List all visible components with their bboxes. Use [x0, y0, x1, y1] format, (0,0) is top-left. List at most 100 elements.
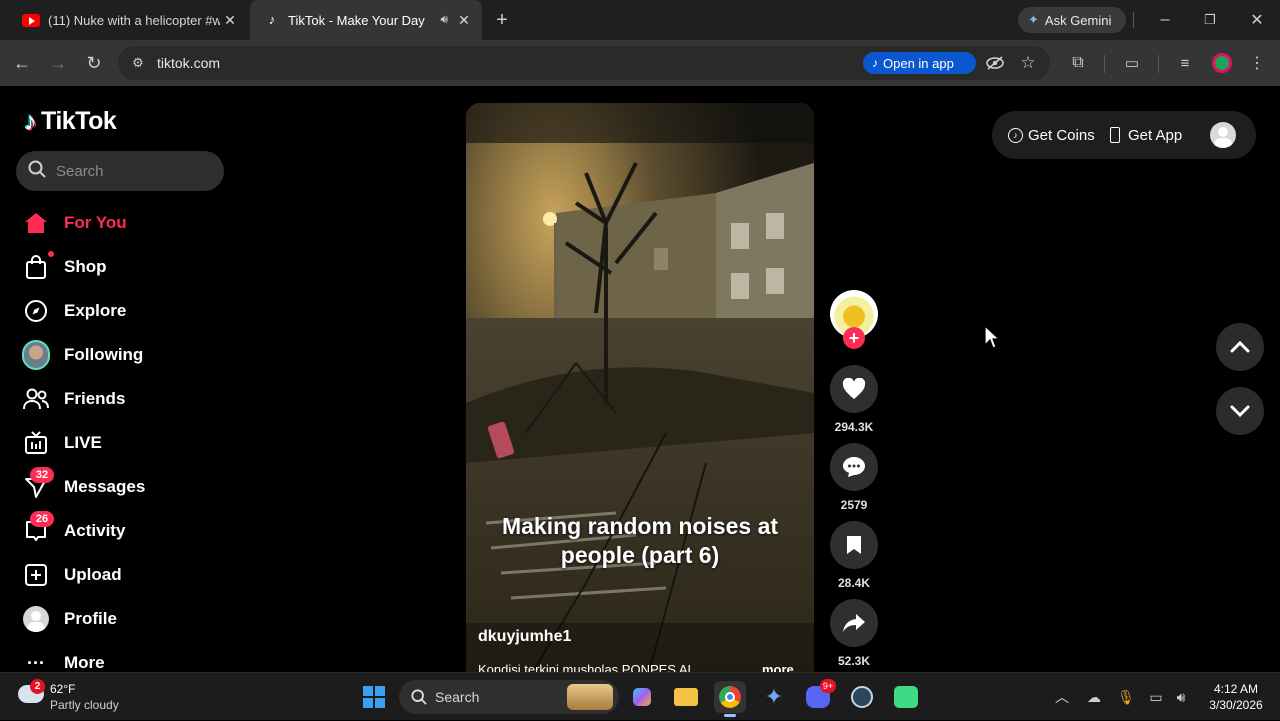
clock-time[interactable]: 4:12 AM [1200, 682, 1272, 696]
sidebar-item-friends[interactable]: Friends [22, 381, 222, 417]
search-placeholder: Search [56, 162, 104, 180]
previous-video-button[interactable] [1216, 323, 1264, 371]
reload-icon[interactable]: ↻ [82, 51, 106, 75]
extensions-icon[interactable]: ⧉ [1066, 51, 1090, 75]
new-tab-icon[interactable]: + [490, 8, 514, 32]
gemini-app[interactable]: ✦ [758, 681, 790, 713]
video-frame-image [466, 103, 814, 683]
sidebar-item-label: Profile [64, 609, 117, 628]
profile-icon[interactable] [1212, 53, 1232, 73]
open-in-app-label: Open in app [883, 55, 954, 71]
android-app[interactable] [890, 681, 922, 713]
sidebar-item-explore[interactable]: Explore [22, 293, 222, 329]
sidebar-item-label: For You [64, 213, 127, 232]
android-app-icon [894, 686, 918, 708]
weather-alert-badge: 2 [30, 679, 45, 694]
search-highlight-image [567, 684, 613, 710]
sidebar-item-profile[interactable]: Profile [22, 601, 222, 637]
cast-icon[interactable]: ▭ [1120, 51, 1144, 75]
get-app-button[interactable]: Get App [1110, 111, 1182, 159]
close-window-icon[interactable]: ✕ [1245, 8, 1269, 32]
media-controls-icon[interactable]: ≡ [1173, 51, 1197, 75]
ask-gemini-button[interactable]: ✦ Ask Gemini [1018, 7, 1126, 33]
save-button[interactable] [830, 521, 878, 569]
sidebar-item-label: Friends [64, 389, 126, 408]
sidebar-item-label: Explore [64, 301, 127, 320]
video-author[interactable]: dkuyjumhe1 [478, 628, 571, 646]
video-caption: Making random noises at people (part 6) [501, 513, 779, 568]
heart-icon [842, 378, 866, 399]
home-icon [22, 209, 50, 237]
taskbar-search[interactable]: Search [399, 680, 619, 714]
site-info-icon[interactable]: ⚙ [126, 51, 150, 75]
clock-date[interactable]: 3/30/2026 [1200, 698, 1272, 712]
tiktok-icon: ♪ [268, 12, 276, 27]
chevron-up-icon [1230, 341, 1250, 353]
comment-button[interactable] [830, 443, 878, 491]
sidebar-item-label: Following [64, 345, 144, 364]
url-text[interactable]: tiktok.com [157, 55, 220, 71]
chevron-up-icon[interactable]: ︿ [1050, 685, 1074, 709]
sidebar-item-following[interactable]: Following [22, 337, 222, 373]
network-icon[interactable]: ▭ [1144, 685, 1168, 709]
send-icon: 32 [22, 467, 54, 501]
restore-icon[interactable]: ❐ [1198, 8, 1222, 32]
microphone-icon[interactable]: 🎙︎ [1114, 685, 1138, 709]
like-button[interactable] [830, 365, 878, 413]
next-video-button[interactable] [1216, 387, 1264, 435]
comment-count: 2579 [840, 498, 868, 512]
video-player[interactable]: Making random noises at people (part 6) … [466, 103, 814, 683]
address-bar[interactable]: ⚙ tiktok.com ♪ Open in app ☆ [118, 46, 1050, 80]
get-coins-label: Get Coins [1028, 126, 1095, 144]
divider [1133, 12, 1134, 28]
discord-app[interactable]: 9+ [802, 679, 836, 713]
eye-off-icon[interactable] [983, 51, 1007, 75]
start-button[interactable] [358, 681, 390, 713]
close-tab-icon[interactable]: ✕ [222, 12, 238, 28]
sidebar-item-label: Upload [64, 565, 122, 584]
onedrive-icon[interactable]: ☁ [1082, 685, 1106, 709]
shopping-bag-icon [22, 251, 54, 281]
friends-icon [22, 385, 50, 413]
minimize-icon[interactable]: – [1153, 8, 1177, 32]
sidebar-item-for-you[interactable]: For You [22, 205, 222, 241]
tiktok-logo[interactable]: ♪ TikTok [24, 106, 117, 137]
sidebar-item-activity[interactable]: 26 Activity [22, 511, 222, 549]
forward-icon[interactable]: → [46, 51, 70, 75]
top-actions-bar: ♪ Get Coins Get App [992, 111, 1256, 159]
file-explorer-app[interactable] [670, 681, 702, 713]
weather-widget[interactable]: 2 62°F Partly cloudy [14, 673, 124, 721]
share-count: 52.3K [837, 654, 871, 668]
search-input[interactable]: Search [16, 151, 224, 191]
tab-tiktok[interactable]: ♪ TikTok - Make Your Day 🔊︎ ✕ [250, 0, 482, 40]
search-icon [28, 160, 46, 183]
steam-app[interactable] [846, 681, 878, 713]
sidebar-item-live[interactable]: LIVE [22, 425, 222, 461]
share-button[interactable] [830, 599, 878, 647]
comment-icon [843, 457, 865, 477]
coin-icon: ♪ [1008, 127, 1023, 143]
ask-gemini-label: Ask Gemini [1044, 12, 1112, 28]
tab-label: TikTok - Make Your Day [288, 12, 425, 28]
follow-button[interactable]: + [843, 327, 865, 349]
bookmark-star-icon[interactable]: ☆ [1016, 51, 1040, 75]
back-icon[interactable]: ← [10, 51, 34, 75]
sidebar-item-messages[interactable]: 32 Messages [22, 467, 222, 505]
tab-youtube[interactable]: (11) Nuke with a helicopter #wa ✕ [8, 0, 248, 40]
close-tab-icon[interactable]: ✕ [456, 12, 472, 28]
sidebar-item-shop[interactable]: Shop [22, 249, 222, 285]
speaker-icon[interactable]: 🔊︎ [440, 12, 448, 27]
menu-dots-icon[interactable]: ⋮ [1245, 51, 1269, 75]
get-coins-button[interactable]: ♪ Get Coins [1008, 111, 1095, 159]
chrome-app[interactable] [714, 681, 746, 717]
copilot-app[interactable] [626, 681, 658, 713]
compass-icon [22, 297, 50, 325]
sidebar-item-label: LIVE [64, 433, 102, 452]
sidebar-item-upload[interactable]: Upload [22, 557, 222, 593]
chrome-icon [719, 686, 741, 708]
open-in-app-button[interactable]: ♪ Open in app [863, 52, 976, 74]
activity-icon: 26 [22, 511, 54, 545]
weather-description: Partly cloudy [50, 698, 119, 712]
user-avatar[interactable] [1210, 122, 1236, 148]
volume-icon[interactable]: 🔊︎ [1169, 685, 1193, 709]
